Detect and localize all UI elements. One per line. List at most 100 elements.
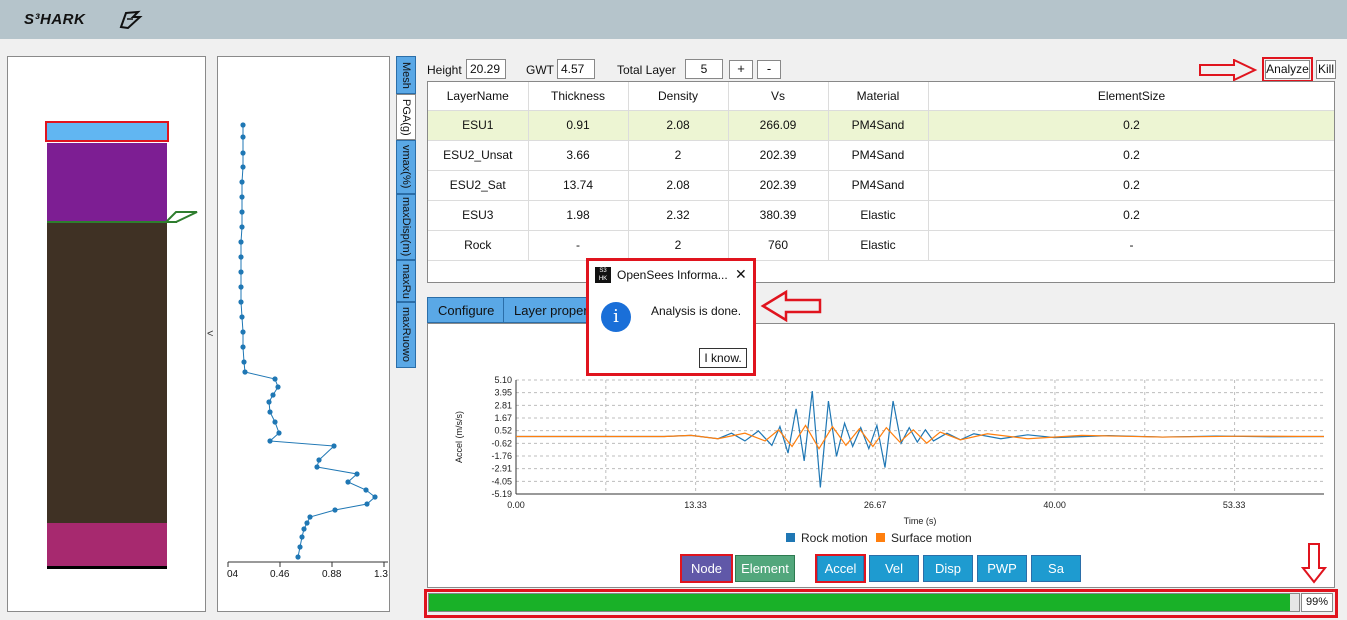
shark-logo-icon[interactable] (118, 9, 144, 31)
column-header[interactable]: LayerName (428, 82, 529, 111)
x-tick-label: 0.00 (507, 500, 525, 510)
table-cell[interactable]: 0.91 (528, 110, 629, 141)
sa-button[interactable]: Sa (1031, 555, 1081, 582)
table-cell[interactable]: - (528, 230, 629, 261)
kill-button[interactable]: Kill (1316, 60, 1336, 79)
profile-point (332, 507, 338, 513)
profile-point (270, 392, 276, 398)
table-cell[interactable]: Elastic (828, 230, 929, 261)
table-cell[interactable]: 2 (628, 230, 729, 261)
table-cell[interactable]: PM4Sand (828, 170, 929, 201)
table-cell[interactable]: 266.09 (728, 110, 829, 141)
profile-point (297, 544, 303, 550)
close-icon[interactable]: ✕ (735, 266, 747, 283)
table-cell[interactable]: ESU1 (428, 110, 529, 141)
table-cell[interactable]: 202.39 (728, 140, 829, 171)
y-tick-label: 2.81 (494, 400, 512, 410)
gwt-label: GWT (526, 63, 554, 77)
table-cell[interactable]: 1.98 (528, 200, 629, 231)
tab-layer-properties[interactable]: Layer proper (503, 297, 587, 323)
column-header[interactable]: Vs (728, 82, 829, 111)
column-header[interactable]: Density (628, 82, 729, 111)
remove-layer-button[interactable]: - (757, 60, 781, 79)
table-cell[interactable]: 0.2 (928, 170, 1334, 201)
table-cell[interactable]: - (928, 230, 1334, 261)
analyze-button[interactable]: Analyze (1265, 60, 1310, 79)
dialog-title: OpenSees Informa... (617, 268, 728, 282)
layer-esu1-block[interactable] (47, 123, 167, 140)
profile-point (239, 179, 245, 185)
side-tab-vmax[interactable]: vmax(%) (396, 140, 416, 194)
y-tick-label: 3.95 (494, 388, 512, 398)
side-tab-maxdisp[interactable]: maxDisp(m) (396, 194, 416, 260)
x-tick-label: 26.67 (864, 500, 887, 510)
column-header[interactable]: ElementSize (928, 82, 1334, 111)
table-cell[interactable]: Elastic (828, 200, 929, 231)
app-title: S³HARK (24, 11, 86, 28)
table-row[interactable]: ESU3 1.98 2.32 380.39 Elastic 0.2 (428, 200, 1334, 231)
pga-profile-chart (227, 122, 388, 567)
table-cell[interactable]: 380.39 (728, 200, 829, 231)
y-tick-label: -5.19 (491, 489, 512, 499)
table-cell[interactable]: PM4Sand (828, 110, 929, 141)
profile-point (299, 534, 305, 540)
add-layer-button[interactable]: + (729, 60, 753, 79)
column-header[interactable]: Material (828, 82, 929, 111)
table-cell[interactable]: 13.74 (528, 170, 629, 201)
tab-configure[interactable]: Configure (427, 297, 504, 323)
side-tab-maxruowo[interactable]: maxRuowo (396, 302, 416, 368)
accel-button[interactable]: Accel (817, 555, 864, 582)
table-cell[interactable]: 0.2 (928, 200, 1334, 231)
table-cell[interactable]: 0.2 (928, 110, 1334, 141)
vel-button[interactable]: Vel (869, 555, 919, 582)
profile-point (272, 376, 278, 382)
table-cell[interactable]: 202.39 (728, 170, 829, 201)
gwt-input[interactable]: 4.57 (557, 59, 595, 79)
table-cell[interactable]: 2 (628, 140, 729, 171)
node-button[interactable]: Node (681, 555, 732, 582)
table-cell[interactable]: 2.08 (628, 170, 729, 201)
column-header[interactable]: Thickness (528, 82, 629, 111)
table-cell[interactable]: 2.32 (628, 200, 729, 231)
water-table-line (47, 221, 177, 223)
side-tab-mesh[interactable]: Mesh (396, 56, 416, 94)
table-row[interactable]: ESU2_Unsat 3.66 2 202.39 PM4Sand 0.2 (428, 140, 1334, 171)
profile-point (314, 464, 320, 470)
table-cell[interactable]: 0.2 (928, 140, 1334, 171)
disp-button[interactable]: Disp (923, 555, 973, 582)
table-cell[interactable]: Rock (428, 230, 529, 261)
profile-point (276, 430, 282, 436)
profile-point (239, 194, 245, 200)
pwp-button[interactable]: PWP (977, 555, 1027, 582)
element-button[interactable]: Element (735, 555, 795, 582)
table-cell[interactable]: 3.66 (528, 140, 629, 171)
profile-point (240, 344, 246, 350)
x-tick-label: 13.33 (684, 500, 707, 510)
table-cell[interactable]: 2.08 (628, 110, 729, 141)
layer-esu2-unsat-block[interactable] (47, 143, 167, 222)
profile-point (363, 487, 369, 493)
table-row[interactable]: ESU2_Sat 13.74 2.08 202.39 PM4Sand 0.2 (428, 170, 1334, 201)
table-cell[interactable]: 760 (728, 230, 829, 261)
layer-esu2-sat-block[interactable] (47, 222, 167, 523)
profile-point (238, 284, 244, 290)
side-tab-maxru[interactable]: maxRu (396, 260, 416, 302)
profile-point (267, 409, 273, 415)
side-tab-pga[interactable]: PGA(g) (396, 94, 416, 140)
profile-point (295, 554, 301, 560)
table-row[interactable]: ESU1 0.91 2.08 266.09 PM4Sand 0.2 (428, 110, 1334, 141)
collapse-arrow-icon[interactable]: < (207, 328, 213, 340)
layer-rock-block[interactable] (47, 523, 167, 566)
table-cell[interactable]: ESU2_Unsat (428, 140, 529, 171)
table-cell[interactable]: ESU2_Sat (428, 170, 529, 201)
y-tick-label: 0.52 (494, 426, 512, 436)
table-cell[interactable]: ESU3 (428, 200, 529, 231)
height-input[interactable]: 20.29 (466, 59, 506, 79)
bedrock-base-line (47, 566, 167, 569)
progress-label: 99% (1301, 593, 1333, 612)
total-layer-input[interactable]: 5 (685, 59, 723, 79)
table-row[interactable]: Rock - 2 760 Elastic - (428, 230, 1334, 261)
table-cell[interactable]: PM4Sand (828, 140, 929, 171)
i-know-button[interactable]: I know. (699, 348, 747, 368)
legend-label: Surface motion (891, 531, 972, 545)
